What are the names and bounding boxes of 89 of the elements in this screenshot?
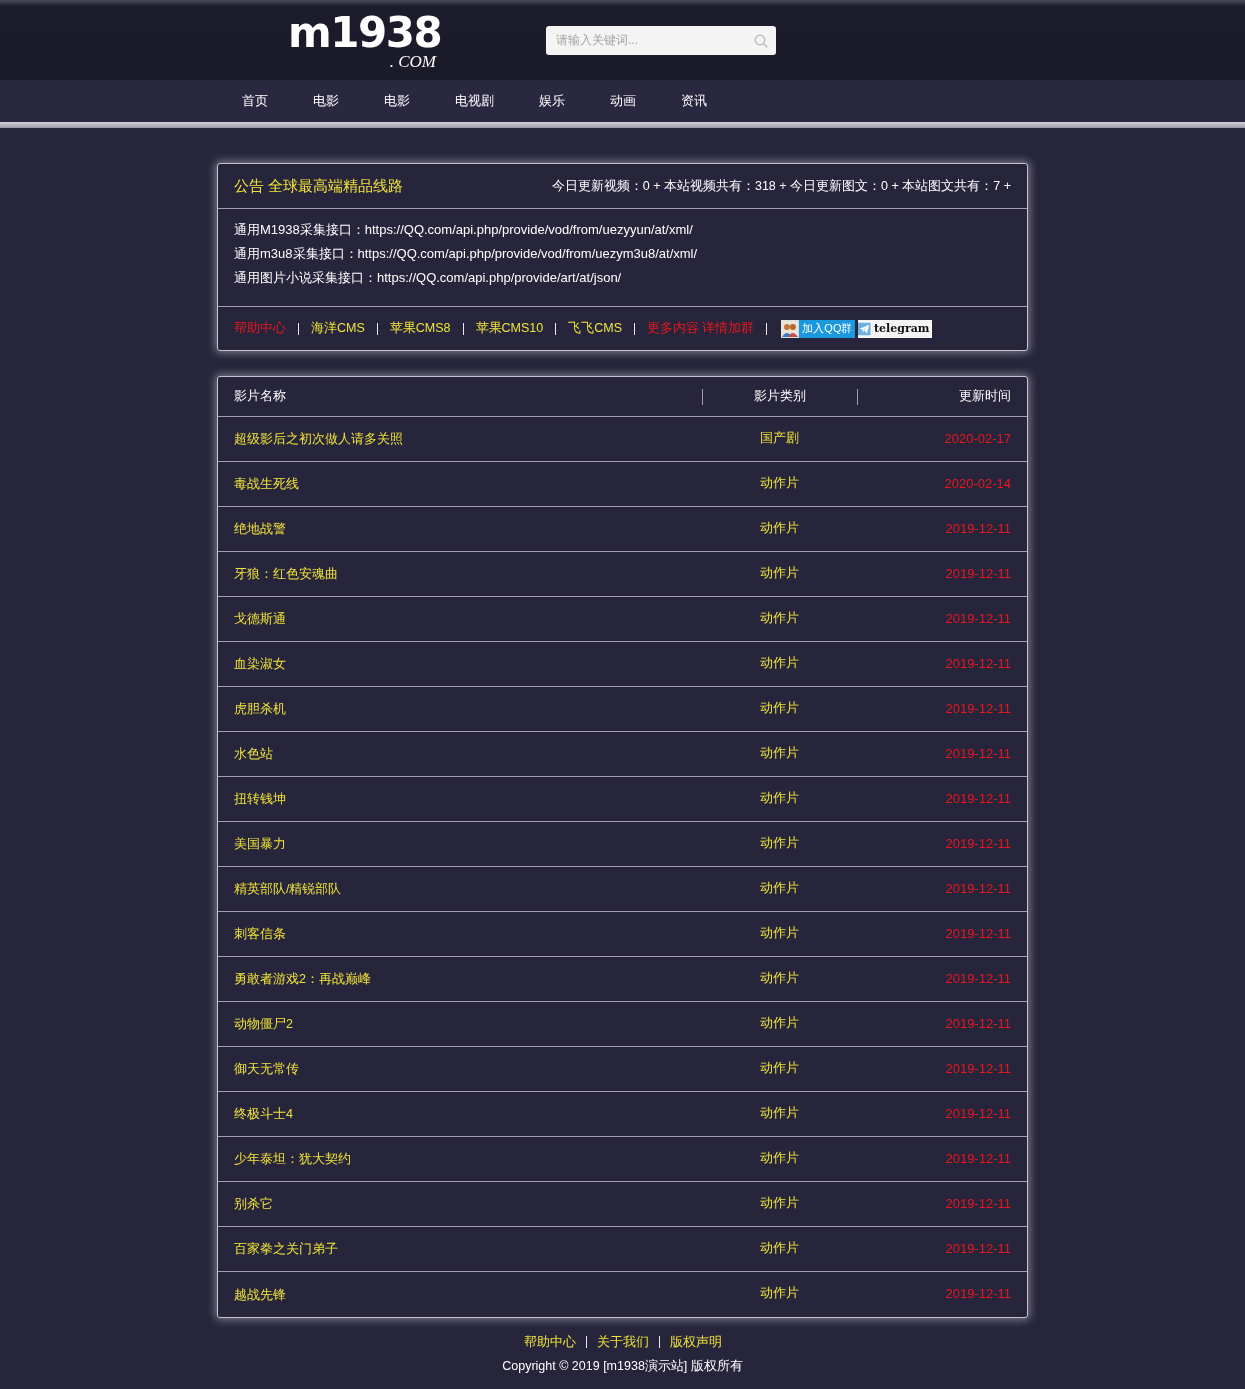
category-link[interactable]: 国产剧	[760, 429, 799, 447]
movie-title-link[interactable]: 别杀它	[234, 1196, 273, 1213]
update-date: 2019-12-11	[945, 1015, 1011, 1031]
category-link[interactable]: 动作片	[760, 924, 799, 942]
category-link[interactable]: 动作片	[760, 1285, 799, 1302]
cms-link[interactable]: 苹果CMS8	[389, 320, 451, 337]
category-link[interactable]: 动作片	[760, 1149, 799, 1167]
api-url-line: 通用图片小说采集接口：https://QQ.com/api.php/provide/art/at/json/	[234, 269, 623, 287]
update-date: 2019-12-11	[945, 700, 1011, 716]
category-link[interactable]: 动作片	[760, 1194, 799, 1212]
movie-title-link[interactable]: 御天无常传	[234, 1061, 299, 1078]
nav-link[interactable]: 电影	[313, 92, 339, 110]
site-stats: 今日更新视频：0 + 本站视频共有：318 + 今日更新图文：0 + 本站图文共有：7 +	[551, 177, 1011, 195]
movie-title-link[interactable]: 越战先锋	[234, 1286, 286, 1304]
update-date: 2019-12-11	[945, 1286, 1011, 1301]
search-icon[interactable]	[754, 33, 768, 48]
movie-title-link[interactable]: 美国暴力	[234, 836, 286, 853]
update-date: 2019-12-11	[945, 1240, 1011, 1256]
category-link[interactable]: 动作片	[760, 789, 799, 807]
update-date: 2019-12-11	[945, 610, 1011, 626]
update-date: 2019-12-11	[945, 970, 1011, 986]
category-link[interactable]: 动作片	[760, 654, 799, 672]
movie-title-link[interactable]: 百家拳之关门弟子	[234, 1241, 338, 1258]
telegram-badge[interactable]: telegram	[858, 319, 933, 338]
nav-link[interactable]: 娱乐	[539, 92, 565, 110]
movie-title-link[interactable]: 绝地战警	[234, 521, 286, 538]
update-date: 2019-12-11	[945, 655, 1011, 671]
movie-title-link[interactable]: 戈德斯通	[234, 611, 286, 628]
column-header: 更新时间	[958, 388, 1012, 405]
movie-title-link[interactable]: 牙狼：红色安魂曲	[234, 566, 338, 583]
movie-title-link[interactable]: 精英部队/精锐部队	[234, 881, 342, 898]
category-link[interactable]: 动作片	[760, 474, 799, 492]
movie-title-link[interactable]: 血染淑女	[234, 656, 286, 673]
category-link[interactable]: 动作片	[760, 969, 799, 987]
logo-wordmark[interactable]: m1938	[288, 13, 442, 53]
update-date: 2019-12-11	[945, 745, 1011, 761]
update-date: 2019-12-11	[945, 880, 1011, 896]
movie-title-link[interactable]: 虎胆杀机	[234, 701, 286, 718]
api-url-line: 通用m3u8采集接口：https://QQ.com/api.php/provide/vod/from/uezym3u8/at/xml/	[234, 245, 699, 263]
nav-link[interactable]: 首页	[242, 92, 268, 110]
update-date: 2019-12-11	[945, 520, 1011, 536]
notice-title: 公告 全球最高端精品线路	[234, 176, 404, 196]
category-link[interactable]: 动作片	[760, 699, 799, 717]
update-date: 2020-02-14	[944, 475, 1011, 491]
update-date: 2019-12-11	[945, 565, 1011, 581]
category-link[interactable]: 动作片	[760, 609, 799, 627]
movie-title-link[interactable]: 超级影后之初次做人请多关照	[234, 431, 403, 448]
movie-title-link[interactable]: 刺客信条	[234, 926, 286, 943]
cms-link[interactable]: 海洋CMS	[311, 320, 365, 337]
movie-title-link[interactable]: 水色站	[234, 746, 273, 763]
column-header: 影片名称	[233, 388, 287, 405]
category-link[interactable]: 动作片	[760, 834, 799, 852]
category-link[interactable]: 动作片	[760, 1104, 799, 1122]
update-date: 2019-12-11	[945, 925, 1011, 941]
nav-link[interactable]: 资讯	[681, 92, 707, 110]
category-link[interactable]: 动作片	[760, 879, 799, 897]
people-icon	[781, 319, 800, 338]
movie-title-link[interactable]: 毒战生死线	[234, 476, 299, 493]
update-date: 2020-02-17	[944, 430, 1011, 446]
nav-link[interactable]: 电影	[384, 92, 410, 110]
copyright-text: Copyright © 2019 [m1938演示站] 版权所有	[502, 1358, 743, 1375]
update-date: 2019-12-11	[945, 1195, 1011, 1211]
nav-link[interactable]: 电视剧	[455, 92, 494, 110]
category-link[interactable]: 动作片	[760, 519, 799, 537]
logo-domain-suffix: . COM	[389, 53, 436, 70]
category-link[interactable]: 动作片	[760, 1239, 799, 1257]
update-date: 2019-12-11	[945, 835, 1011, 851]
movie-title-link[interactable]: 动物僵尸2	[234, 1016, 293, 1033]
category-link[interactable]: 动作片	[760, 744, 799, 762]
cms-link[interactable]: 飞飞CMS	[568, 320, 622, 337]
update-date: 2019-12-11	[945, 1150, 1011, 1166]
category-link[interactable]: 动作片	[760, 564, 799, 582]
cms-link[interactable]: 苹果CMS10	[475, 320, 544, 337]
footer-link[interactable]: 版权声明	[669, 1333, 722, 1351]
movie-title-link[interactable]: 少年泰坦：犹大契约	[234, 1151, 351, 1168]
category-link[interactable]: 动作片	[760, 1059, 799, 1077]
update-date: 2019-12-11	[945, 1105, 1011, 1121]
movie-title-link[interactable]: 扭转钱坤	[234, 791, 286, 808]
update-date: 2019-12-11	[945, 790, 1011, 806]
movie-title-link[interactable]: 勇敢者游戏2：再战巅峰	[234, 971, 371, 988]
category-link[interactable]: 动作片	[760, 1014, 799, 1032]
nav-link[interactable]: 动画	[610, 92, 636, 110]
footer-link[interactable]: 帮助中心	[523, 1333, 576, 1351]
footer-link[interactable]: 关于我们	[596, 1333, 649, 1351]
update-date: 2019-12-11	[945, 1060, 1011, 1076]
column-header: 影片类别	[753, 388, 807, 405]
search-field[interactable]: 请输入关键词...	[546, 25, 776, 55]
api-url-line: 通用M1938采集接口：https://QQ.com/api.php/provide/vod/from/uezyyun/at/xml/	[234, 221, 694, 239]
movie-title-link[interactable]: 终极斗士4	[234, 1106, 293, 1123]
